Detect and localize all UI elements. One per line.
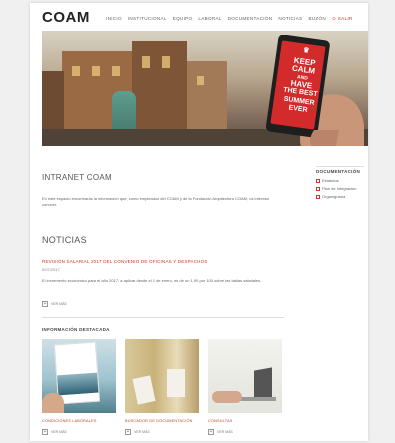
featured-card-title[interactable]: CONSULTAS: [208, 419, 232, 423]
news-headline-link[interactable]: REVISIÓN SALARIAL 2017 DEL CONVENIO DE O…: [42, 259, 208, 264]
hand-image: [42, 393, 64, 413]
sidebar-item-label: Organigrama: [322, 194, 346, 199]
news-more-button[interactable]: + VER MÁS: [42, 301, 67, 307]
more-label: VER MÁS: [51, 430, 67, 434]
brochure-photo: [57, 372, 99, 396]
hero-window: [197, 76, 204, 85]
coam-logo[interactable]: COAM: [42, 9, 90, 26]
hero-banner: ♛ KEEP CALM AND HAVE THE BEST SUMMER EVE…: [42, 31, 368, 146]
folders-photo: [125, 339, 199, 413]
card-more-button[interactable]: + VER MÁS: [42, 429, 67, 435]
document-icon: [316, 178, 320, 183]
more-label: VER MÁS: [217, 430, 233, 434]
hero-window: [72, 66, 80, 76]
sidebar-item-organigrama[interactable]: Organigrama: [316, 194, 366, 199]
sidebar-item-label: Plan de Integración: [322, 186, 357, 191]
sidebar-divider: [316, 166, 364, 167]
plus-icon: +: [208, 429, 214, 435]
news-section-title: NOTICIAS: [42, 235, 87, 245]
featured-section-title: INFORMACIÓN DESTACADA: [42, 327, 110, 332]
hero-window: [142, 56, 150, 68]
news-date: 5/07/2017: [42, 267, 60, 272]
card-image: [167, 369, 185, 397]
card-more-button[interactable]: + VER MÁS: [208, 429, 233, 435]
laptop-screen: [254, 367, 272, 401]
sidebar-item-plan-integracion[interactable]: Plan de Integración: [316, 186, 366, 191]
nav-item-noticias[interactable]: NOTICIAS: [278, 16, 302, 22]
logout-link[interactable]: ⊙ SALIR: [332, 16, 353, 22]
nav-item-laboral[interactable]: LABORAL: [198, 16, 221, 22]
nav-item-institucional[interactable]: INSTITUCIONAL: [128, 16, 167, 22]
featured-card-image[interactable]: [208, 339, 282, 413]
plus-icon: +: [42, 429, 48, 435]
nav-item-inicio[interactable]: INICIO: [106, 16, 122, 22]
sidebar-title: DOCUMENTACIÓN: [316, 169, 361, 174]
featured-card-image[interactable]: [42, 339, 116, 413]
intranet-description: En este espacio encontrarás la informaci…: [42, 196, 269, 207]
more-label: VER MÁS: [134, 430, 150, 434]
section-divider: [42, 317, 284, 318]
sidebar-item-estatutos[interactable]: Estatutos: [316, 178, 366, 183]
hero-window: [162, 56, 170, 68]
featured-card-title[interactable]: BUSCADOR DE DOCUMENTACIÓN: [125, 419, 193, 423]
card-more-button[interactable]: + VER MÁS: [125, 429, 150, 435]
sidebar-item-label: Estatutos: [322, 178, 339, 183]
hero-poster-text: ♛ KEEP CALM AND HAVE THE BEST SUMMER EVE…: [274, 44, 331, 118]
intranet-title: INTRANET COAM: [42, 173, 112, 182]
plus-icon: +: [125, 429, 131, 435]
plus-icon: +: [42, 301, 48, 307]
main-nav: INICIO INSTITUCIONAL EQUIPO LABORAL DOCU…: [106, 16, 353, 22]
hero-window: [92, 66, 100, 76]
document-icon: [316, 186, 320, 191]
document-icon: [316, 194, 320, 199]
documentation-sidebar: DOCUMENTACIÓN Estatutos Plan de Integrac…: [316, 169, 366, 202]
hand-image: [212, 391, 242, 403]
more-label: VER MÁS: [51, 302, 67, 306]
featured-card-title[interactable]: CONDICIONES LABORALES: [42, 419, 97, 423]
intranet-page: COAM INICIO INSTITUCIONAL EQUIPO LABORAL…: [30, 3, 368, 441]
hero-window: [112, 66, 120, 76]
site-header: COAM INICIO INSTITUCIONAL EQUIPO LABORAL…: [30, 3, 368, 31]
nav-item-equipo[interactable]: EQUIPO: [173, 16, 193, 22]
featured-card-image[interactable]: [125, 339, 199, 413]
nav-item-buzon[interactable]: BUZÓN: [308, 16, 326, 22]
news-body: El incremento económico para el año 2017…: [42, 278, 262, 283]
nav-item-documentacion[interactable]: DOCUMENTACIÓN: [228, 16, 273, 22]
